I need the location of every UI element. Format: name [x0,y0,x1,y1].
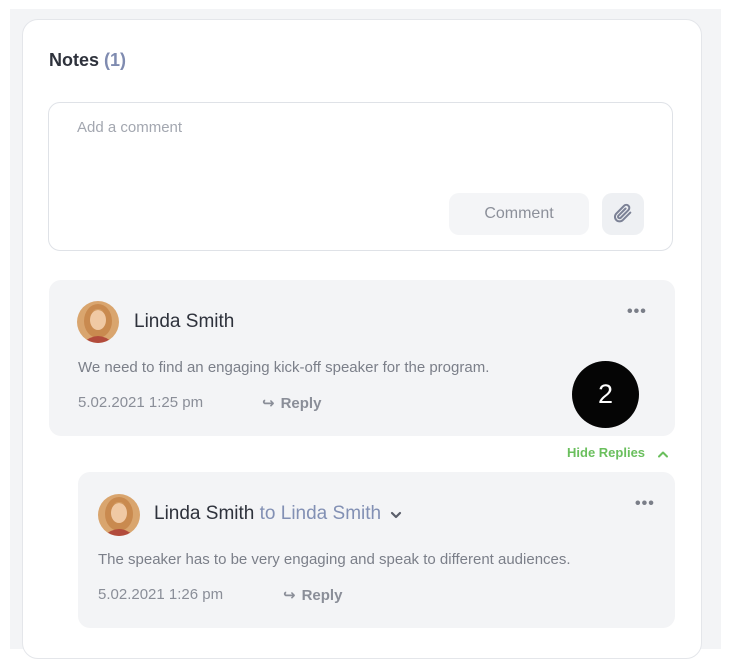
reply-label: Reply [280,395,322,412]
more-options-icon[interactable]: ••• [627,304,647,320]
reply-link[interactable]: ↪ Reply [283,586,342,604]
reply-text: The speaker has to be very engaging and … [98,551,571,568]
comment-composer: Comment [48,102,673,251]
reply-author: Linda Smith [154,503,255,525]
comment-button[interactable]: Comment [449,193,589,235]
hide-replies-label: Hide Replies [567,445,646,460]
avatar [77,301,119,343]
reply-card: Linda Smith to Linda Smith ••• The speak… [78,472,675,628]
avatar [98,494,140,536]
attach-button[interactable] [602,193,644,235]
reply-link[interactable]: ↪ Reply [262,394,321,412]
comment-author: Linda Smith [134,311,235,332]
notes-heading: Notes (1) [49,50,126,71]
reply-arrow-icon: ↪ [262,395,275,412]
reply-label: Reply [301,587,343,604]
notes-title: Notes [49,50,100,70]
comment-text: We need to find an engaging kick-off spe… [78,359,490,376]
more-options-icon[interactable]: ••• [635,496,655,512]
paperclip-icon [612,202,634,227]
comment-timestamp: 5.02.2021 1:25 pm [78,394,204,411]
hide-replies-toggle[interactable]: Hide Replies [567,445,669,461]
reply-arrow-icon: ↪ [283,587,296,604]
notes-count: (1) [104,50,127,70]
step-badge: 2 [572,361,639,428]
chevron-down-icon[interactable] [390,503,402,525]
chevron-up-icon [657,446,669,461]
reply-author-line: Linda Smith to Linda Smith [154,503,402,525]
reply-recipient[interactable]: to Linda Smith [260,503,381,524]
reply-timestamp: 5.02.2021 1:26 pm [98,586,224,603]
comment-input[interactable] [77,119,637,179]
